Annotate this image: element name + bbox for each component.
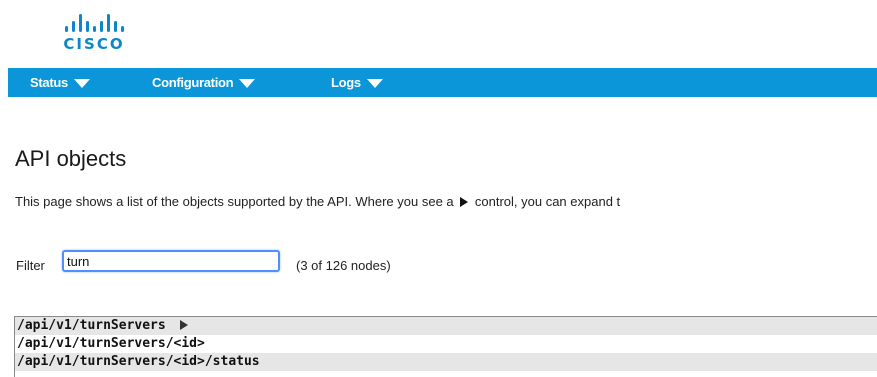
cisco-logo-text: CISCO [63,35,125,53]
expand-triangle-icon [460,197,469,207]
intro-text-end: control, you can expand t [474,194,621,209]
nav-logs-label: Logs [331,75,361,90]
filter-result-count: (3 of 126 nodes) [296,258,391,273]
cisco-logo-bars-icon [52,12,136,32]
main-nav-bar: Status Configuration Logs [8,68,877,97]
filter-input[interactable] [62,250,280,272]
caret-down-icon [366,78,383,88]
page-title: API objects [15,146,127,171]
nav-status-menu[interactable]: Status [30,75,90,90]
caret-down-icon [73,78,90,88]
cisco-logo: CISCO [52,12,136,56]
filter-label: Filter [16,258,45,273]
api-objects-list: /api/v1/turnServers /api/v1/turnServers/… [14,316,877,377]
api-object-path: /api/v1/turnServers/<id> [17,336,205,351]
nav-status-label: Status [30,75,68,90]
api-object-row[interactable]: /api/v1/turnServers/<id> [15,335,877,353]
api-object-path: /api/v1/turnServers [17,318,166,333]
nav-logs-menu[interactable]: Logs [331,75,383,90]
nav-configuration-label: Configuration [152,75,234,90]
api-object-row[interactable]: /api/v1/turnServers [15,317,877,335]
api-object-row[interactable]: /api/v1/turnServers/<id>/status [15,353,877,371]
expand-triangle-icon[interactable] [179,320,188,330]
nav-configuration-menu[interactable]: Configuration [152,75,256,90]
api-object-path: /api/v1/turnServers/<id>/status [17,354,260,369]
intro-text-start: This page shows a list of the objects su… [15,194,454,209]
caret-down-icon [239,78,256,88]
intro-text: This page shows a list of the objects su… [15,194,620,209]
